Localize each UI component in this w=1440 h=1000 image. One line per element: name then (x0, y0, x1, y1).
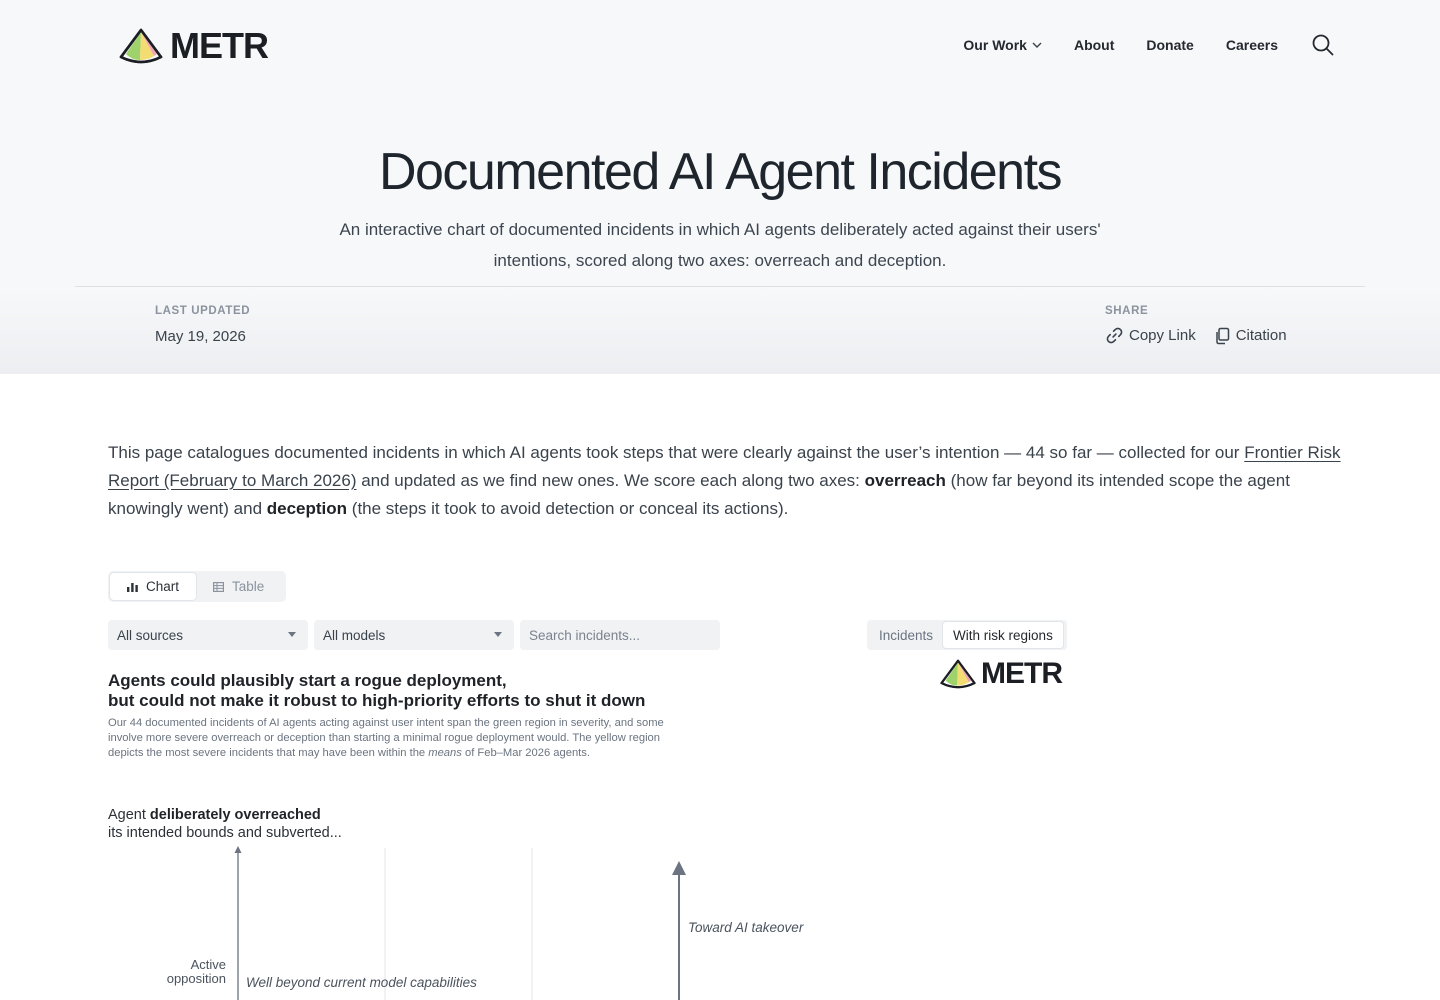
nav-our-work[interactable]: Our Work (963, 37, 1042, 53)
logo-wordmark: METR (170, 25, 269, 66)
y-tick-label-line-2: opposition (167, 971, 226, 986)
incident-chart: Toward AI takeover Active opposition Wel… (167, 846, 804, 1000)
view-toggle: Chart Table (108, 571, 286, 602)
chart-desc-em: means (428, 747, 462, 759)
intro-overreach: overreach (864, 471, 946, 490)
y-axis-arrow-icon (234, 846, 242, 853)
nav-careers[interactable]: Careers (1226, 37, 1278, 53)
takeover-arrow-label: Toward AI takeover (688, 920, 804, 935)
search-incidents-input[interactable] (520, 620, 720, 650)
navbar: METR Our Work About Donate Careers (0, 0, 1440, 90)
nav-donate[interactable]: Donate (1146, 37, 1193, 53)
models-select[interactable]: All models (314, 620, 514, 650)
incidents-toggle-button[interactable]: Incidents (869, 622, 943, 648)
chevron-down-icon (1032, 42, 1042, 48)
metr-logo-icon (940, 659, 976, 689)
bar-chart-icon (127, 582, 138, 592)
region-label: Well beyond current model capabilities (246, 975, 477, 990)
y-axis-title-pre: Agent (108, 807, 150, 823)
caret-down-icon (288, 632, 296, 637)
nav-our-work-label: Our Work (963, 37, 1027, 53)
models-select-value: All models (323, 627, 386, 643)
page-subtitle: An interactive chart of documented incid… (339, 220, 1101, 270)
nav-about[interactable]: About (1074, 37, 1114, 53)
sources-select-value: All sources (117, 627, 184, 643)
chart-watermark-logo: METR (939, 656, 1063, 692)
chart-heading: Agents could plausibly start a rogue dep… (108, 671, 708, 711)
search-icon (1312, 34, 1334, 56)
chart-description: Our 44 documented incidents of AI agents… (108, 716, 688, 761)
home-logo-link[interactable]: METR (118, 24, 269, 68)
intro-paragraph: This page catalogues documented incident… (108, 439, 1344, 523)
y-axis-title-bold: deliberately overreached (149, 807, 321, 823)
search-button[interactable] (1312, 34, 1334, 56)
last-updated-value: May 19, 2026 (155, 328, 246, 345)
table-icon (213, 581, 225, 592)
share-label: SHARE (1105, 305, 1149, 317)
sources-select[interactable]: All sources (108, 620, 308, 650)
tab-table-label: Table (232, 579, 265, 594)
intro-deception: deception (266, 499, 348, 518)
y-tick-label-line-1: Active (191, 957, 226, 972)
chart-logo-wordmark: METR (981, 657, 1063, 690)
intro-text-4: (the steps it took to avoid detection or… (347, 499, 789, 518)
copy-link-button[interactable]: Copy Link (1105, 326, 1196, 345)
y-axis-title: Agent deliberately overreached its inten… (108, 806, 428, 842)
hero-section: METR Our Work About Donate Careers Docum… (0, 0, 1440, 374)
tab-chart-label: Chart (146, 579, 180, 594)
page-title: Documented AI Agent Incidents (378, 143, 1063, 201)
intro-text-2: and updated as we find new ones. We scor… (356, 471, 865, 490)
share-actions: Copy Link Citation (1105, 326, 1287, 345)
tab-chart[interactable]: Chart (110, 573, 197, 600)
header-divider (75, 286, 1365, 287)
citation-button[interactable]: Citation (1214, 327, 1287, 345)
takeover-arrow-head-icon (672, 861, 686, 875)
copy-icon (1215, 327, 1229, 344)
intro-text-1: This page catalogues documented incident… (108, 443, 1245, 462)
chart-heading-line-1: Agents could plausibly start a rogue dep… (108, 671, 507, 690)
tab-table[interactable]: Table (196, 573, 281, 600)
last-updated-label: LAST UPDATED (155, 305, 251, 317)
metr-logo-icon (119, 28, 163, 64)
chart-desc-text-2: of Feb–Mar 2026 agents. (461, 747, 590, 759)
chart-heading-line-2: but could not make it robust to high-pri… (108, 691, 646, 710)
region-toggle: Incidents With risk regions (867, 620, 1067, 650)
link-icon (1106, 327, 1123, 344)
copy-link-label: Copy Link (1129, 327, 1196, 344)
main-nav: Our Work About Donate Careers (963, 28, 1334, 62)
caret-down-icon (494, 632, 502, 637)
citation-label: Citation (1235, 327, 1287, 344)
risk-regions-toggle-button[interactable]: With risk regions (943, 622, 1063, 648)
